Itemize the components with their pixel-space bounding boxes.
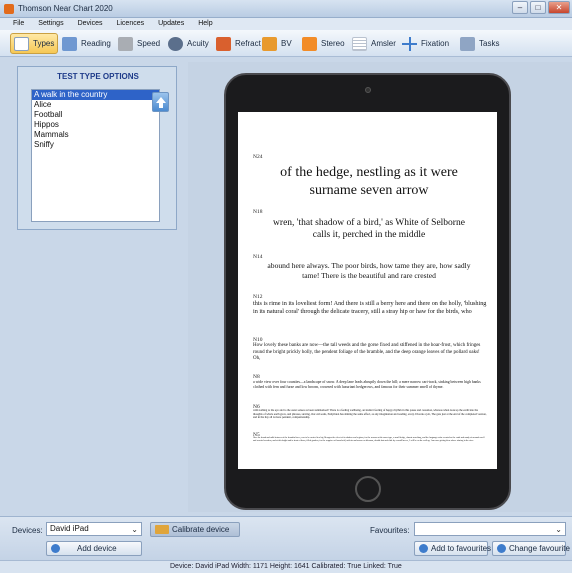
tab-label: Reading — [81, 39, 111, 48]
chart-text: of the hedge, nestling as it were surnam… — [280, 165, 458, 198]
home-button — [355, 476, 381, 502]
tab-label: Refract — [235, 39, 261, 48]
close-button[interactable]: ✕ — [548, 1, 570, 14]
bottom-bar: Devices: David iPad ⌄ Calibrate device A… — [0, 516, 572, 560]
tab-label: Fixation — [421, 39, 450, 48]
types-icon — [14, 36, 29, 51]
chevron-down-icon: ⌄ — [131, 525, 138, 534]
list-item[interactable]: Mammals — [32, 130, 159, 140]
change-favourite-button[interactable]: Change favourite — [492, 541, 570, 556]
add-device-button[interactable]: Add device — [46, 541, 142, 556]
fixation-cross-icon — [402, 36, 417, 51]
tasks-icon — [460, 36, 475, 51]
list-item[interactable]: A walk in the country — [32, 90, 159, 100]
calibrate-device-button[interactable]: Calibrate device — [150, 522, 240, 537]
bv-icon — [262, 36, 277, 51]
chart-size-label: N14 — [253, 254, 263, 260]
tab-label: Tasks — [479, 39, 500, 48]
menu-file[interactable]: File — [13, 18, 24, 30]
chart-size-label: N24 — [253, 154, 263, 160]
calibrate-icon — [155, 525, 169, 534]
add-to-favourites-label: Add to favourites — [431, 544, 492, 553]
near-chart-screen: N24 of the hedge, nestling as it were su… — [238, 112, 497, 469]
camera-icon — [365, 87, 371, 93]
tab-bv[interactable]: BV — [258, 33, 296, 54]
menu-licences[interactable]: Licences — [116, 18, 144, 30]
chart-size-label: N18 — [253, 209, 263, 215]
tab-amsler[interactable]: Amsler — [348, 33, 400, 54]
panel-title: TEST TYPE OPTIONS — [57, 72, 139, 81]
window-controls: – □ ✕ — [512, 1, 570, 14]
favourites-label: Favourites: — [370, 526, 410, 535]
chart-text: Here the broad and mild features of the … — [253, 437, 485, 442]
chart-text: wren, 'that shadow of a bird,' as White … — [273, 218, 465, 240]
stereo-icon — [302, 36, 317, 51]
menu-settings[interactable]: Settings — [38, 18, 63, 30]
change-favourite-icon — [497, 544, 506, 553]
add-to-favourites-button[interactable]: Add to favourites — [414, 541, 492, 556]
list-item[interactable]: Football — [32, 110, 159, 120]
tab-label: Types — [33, 39, 55, 48]
maximize-button[interactable]: □ — [530, 1, 546, 14]
tab-acuity[interactable]: Acuity — [164, 33, 213, 54]
tab-label: Acuity — [187, 39, 209, 48]
toolbar: Types Reading Speed Acuity Refract BV St… — [0, 30, 572, 57]
calibrate-label: Calibrate device — [172, 525, 230, 534]
tab-types[interactable]: Types — [10, 33, 59, 54]
devices-dropdown[interactable]: David iPad ⌄ — [46, 522, 142, 536]
eye-icon — [168, 36, 183, 51]
add-device-label: Add device — [77, 544, 117, 553]
tab-label: BV — [281, 39, 292, 48]
list-item[interactable]: Alice — [32, 100, 159, 110]
add-icon — [51, 544, 60, 553]
chart-block: N24 of the hedge, nestling as it were su… — [238, 154, 497, 198]
device-status-text: Device: David iPad Width: 1171 Height: 1… — [170, 563, 402, 570]
tab-stereo[interactable]: Stereo — [298, 33, 349, 54]
chart-text: with nothing to the eye and to the outer… — [253, 409, 487, 420]
chart-text: abound here always. The poor birds, how … — [267, 261, 471, 280]
chart-text: How lovely these banks are now—the tall … — [253, 343, 481, 361]
test-type-list[interactable]: A walk in the country Alice Football Hip… — [31, 89, 160, 222]
tab-speed[interactable]: Speed — [114, 33, 164, 54]
tab-reading[interactable]: Reading — [58, 33, 115, 54]
menu-devices[interactable]: Devices — [78, 18, 103, 30]
menu-help[interactable]: Help — [198, 18, 212, 30]
chevron-down-icon: ⌄ — [555, 525, 562, 534]
chart-text: a wide view over four counties—a landsca… — [253, 380, 481, 389]
upload-arrow-button[interactable] — [152, 92, 169, 112]
window-title: Thomson Near Chart 2020 — [18, 4, 113, 13]
refract-icon — [216, 36, 231, 51]
minimize-button[interactable]: – — [512, 1, 528, 14]
tab-label: Stereo — [321, 39, 345, 48]
up-arrow-icon — [156, 97, 166, 108]
tab-refract[interactable]: Refract — [212, 33, 265, 54]
devices-dropdown-value: David iPad — [50, 524, 89, 533]
speed-icon — [118, 36, 133, 51]
list-item[interactable]: Hippos — [32, 120, 159, 130]
tab-fixation[interactable]: Fixation — [398, 33, 453, 54]
tab-label: Speed — [137, 39, 161, 48]
menu-bar: File Settings Devices Licences Updates H… — [0, 18, 572, 30]
amsler-grid-icon — [352, 36, 367, 51]
menu-updates[interactable]: Updates — [158, 18, 184, 30]
reading-icon — [62, 36, 77, 51]
ipad-frame: N24 of the hedge, nestling as it were su… — [224, 73, 511, 510]
tab-tasks[interactable]: Tasks — [456, 33, 503, 54]
status-bar: Device: David iPad Width: 1171 Height: 1… — [0, 560, 572, 573]
chart-text: this is rime in its loveliest form! And … — [253, 300, 487, 315]
devices-label: Devices: — [12, 526, 43, 535]
tab-label: Amsler — [371, 39, 396, 48]
change-favourite-label: Change favourite — [509, 544, 570, 553]
app-icon — [4, 4, 14, 14]
list-item[interactable]: Sniffy — [32, 140, 159, 150]
favourites-dropdown[interactable]: ⌄ — [414, 522, 566, 536]
add-favourite-icon — [419, 544, 428, 553]
test-type-options-panel: TEST TYPE OPTIONS A walk in the country … — [17, 66, 177, 230]
title-bar: Thomson Near Chart 2020 – □ ✕ — [0, 0, 572, 18]
